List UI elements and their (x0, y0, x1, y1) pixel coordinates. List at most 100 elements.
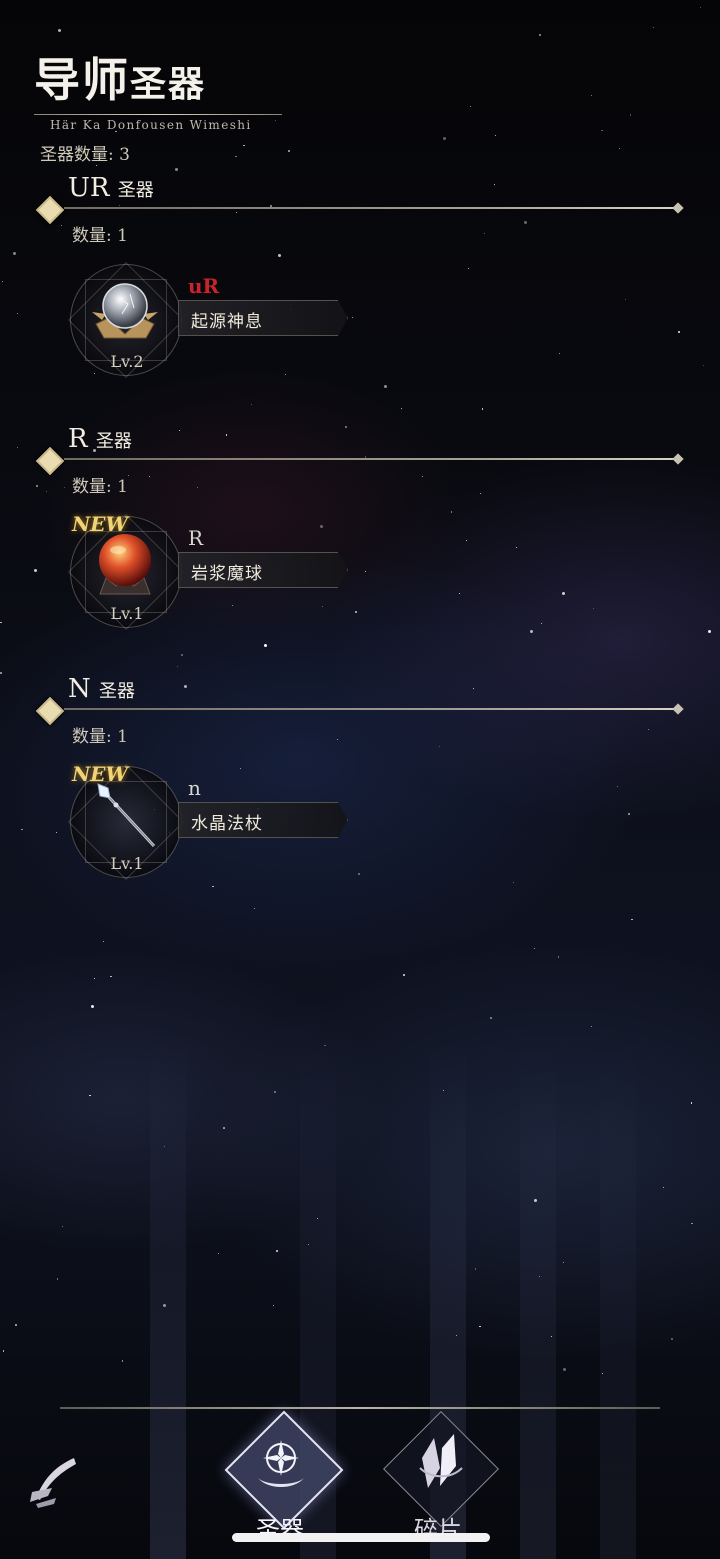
section-diamond-icon (35, 696, 65, 726)
artifact-name-plate: 水晶法杖 (178, 802, 348, 838)
star (56, 832, 58, 834)
crystal-orb-icon (92, 283, 158, 339)
section-rank: N (68, 674, 91, 704)
title-main-text: 导师 (34, 53, 130, 107)
star (383, 385, 387, 389)
star (533, 1198, 537, 1202)
star (443, 137, 446, 141)
star (0, 621, 2, 624)
star (468, 267, 470, 269)
section-title: R 圣器 (68, 424, 132, 454)
star (616, 785, 619, 788)
star (197, 486, 199, 488)
section-suffix: 圣器 (99, 681, 136, 702)
star (593, 607, 595, 609)
star (263, 644, 267, 648)
light-beam (520, 1039, 556, 1559)
star (563, 1367, 566, 1371)
star (678, 331, 680, 333)
star (494, 184, 496, 186)
artifact-name-plate: 岩浆魔球 (178, 552, 348, 588)
star (401, 407, 403, 409)
artifact-rarity: uR (188, 274, 220, 298)
star (235, 155, 237, 157)
star (236, 211, 238, 213)
star (61, 1225, 64, 1228)
artifact-level: Lv.1 (110, 604, 144, 623)
star (0, 672, 2, 674)
star (21, 828, 23, 831)
artifact-name: 水晶法杖 (191, 814, 263, 834)
star (337, 739, 339, 741)
star (708, 629, 712, 633)
star (558, 352, 561, 355)
star (15, 1324, 17, 1326)
total-artifact-count: 圣器数量: 3 (40, 145, 130, 165)
star (288, 150, 290, 152)
star (121, 1360, 124, 1362)
crystal-staff-icon (97, 783, 156, 848)
star (90, 1005, 94, 1009)
magma-orb-icon (99, 534, 151, 595)
artifact-card-magma-orb[interactable]: NEW Lv.1 R 岩浆魔球 (66, 512, 366, 642)
star (183, 685, 187, 689)
star (218, 1252, 220, 1254)
section-divider (64, 207, 676, 209)
section-count: 数量: 1 (72, 226, 128, 246)
section-title: UR 圣器 (68, 173, 154, 203)
star (473, 688, 475, 690)
star (470, 105, 472, 107)
star (34, 568, 38, 572)
page-title-block: 导师圣器 Här Ka Donfousen Wimeshi (34, 52, 284, 132)
tab-artifacts[interactable]: 圣器 (220, 1410, 344, 1550)
home-indicator[interactable] (232, 1533, 490, 1542)
page-title: 导师圣器 (34, 52, 284, 112)
nav-divider (60, 1407, 660, 1409)
star (94, 978, 96, 980)
section-count: 数量: 1 (72, 727, 128, 747)
star (177, 666, 179, 668)
star (45, 490, 48, 493)
star (653, 26, 655, 28)
artifact-rarity: n (188, 776, 201, 800)
artifact-name: 岩浆魔球 (191, 564, 263, 584)
artifact-rarity: R (188, 526, 204, 550)
artifact-name: 起源神息 (191, 312, 263, 332)
star (662, 1187, 664, 1189)
section-suffix: 圣器 (117, 180, 154, 201)
crystal-fragment-icon (419, 1434, 463, 1488)
star (539, 34, 541, 36)
star (483, 232, 486, 235)
section-diamond-icon (35, 195, 65, 225)
star (631, 918, 633, 921)
new-badge: NEW (72, 512, 128, 536)
star (110, 975, 112, 978)
star (590, 94, 593, 97)
star (495, 135, 497, 137)
star (17, 446, 19, 448)
star (699, 7, 701, 9)
feather-back-icon[interactable] (26, 1452, 82, 1512)
section-rank: R (68, 424, 88, 454)
artifact-card-crystal-staff[interactable]: NEW Lv.1 n 水晶法杖 (66, 762, 366, 892)
star (628, 813, 630, 815)
artifact-card-origin-breath[interactable]: Lv.2 uR 起源神息 (66, 260, 366, 390)
star (690, 1102, 693, 1104)
section-title: N 圣器 (68, 674, 135, 704)
section-divider (64, 458, 676, 460)
star (515, 547, 517, 549)
tab-fragments[interactable]: 碎片 (378, 1411, 499, 1550)
star (450, 511, 453, 513)
star (458, 592, 460, 594)
star (276, 1250, 278, 1252)
star (439, 745, 441, 747)
star (36, 485, 38, 487)
star (2, 281, 4, 283)
star (540, 622, 543, 625)
star (601, 129, 603, 132)
section-diamond-icon (35, 446, 65, 476)
star (250, 404, 252, 406)
star (534, 947, 536, 949)
star (2, 1350, 5, 1352)
artifact-level: Lv.1 (110, 854, 144, 873)
